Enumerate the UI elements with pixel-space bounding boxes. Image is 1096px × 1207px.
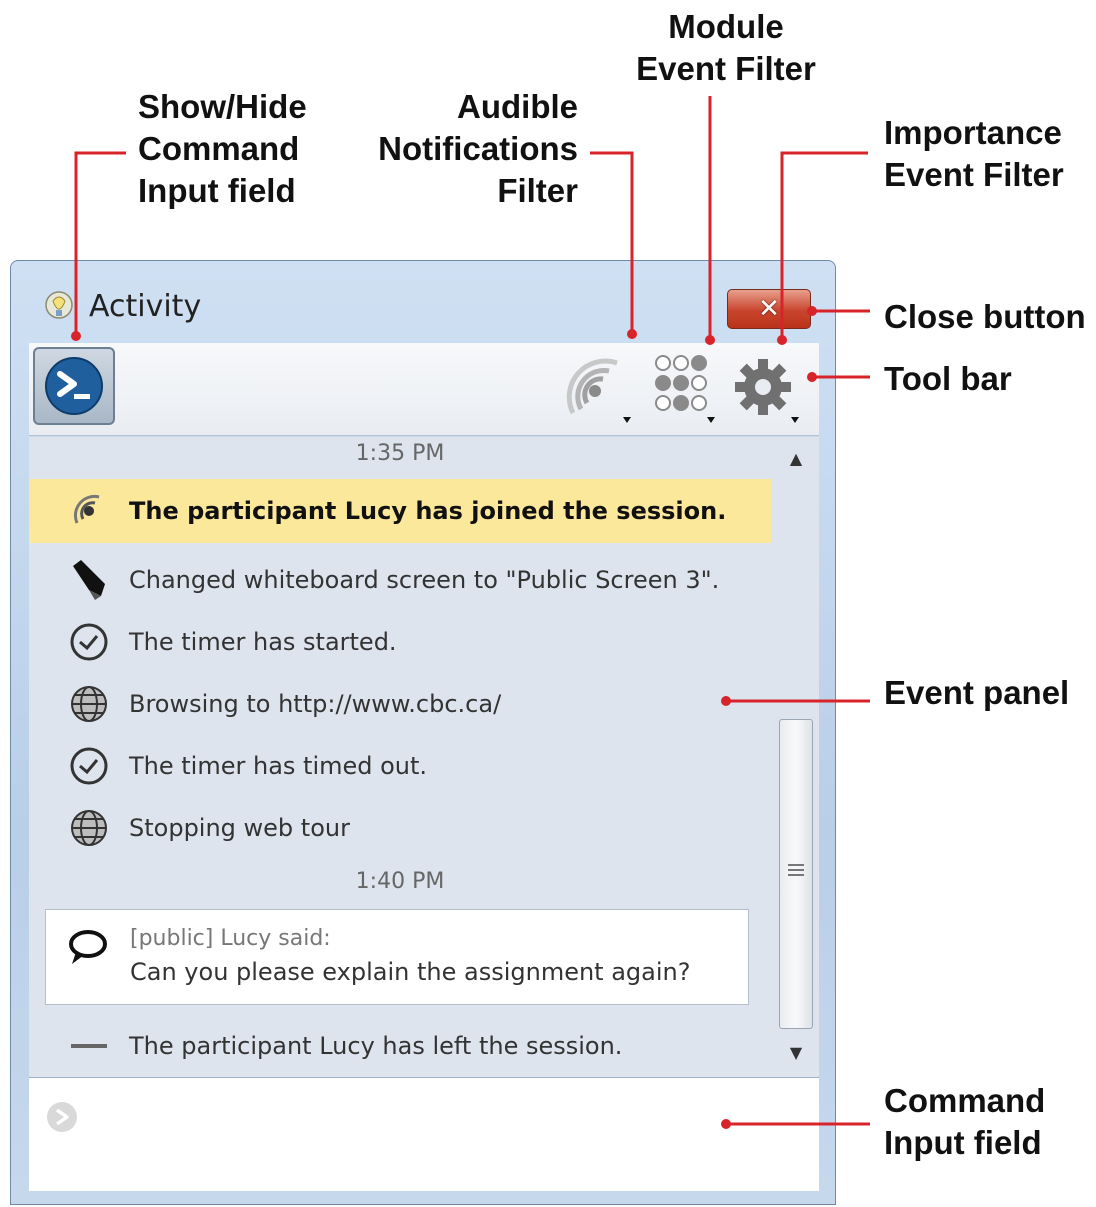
title-bar: Activity ✕ bbox=[11, 261, 835, 341]
chevron-down-icon bbox=[791, 417, 799, 423]
show-hide-command-button[interactable] bbox=[33, 347, 115, 425]
module-filter-icon bbox=[655, 355, 707, 411]
event-text: Changed whiteboard screen to "Public Scr… bbox=[129, 566, 720, 594]
event-text: The timer has started. bbox=[129, 628, 397, 656]
callout-command-input: Command Input field bbox=[884, 1082, 1046, 1161]
tool-bar bbox=[29, 343, 819, 436]
timestamp: 1:35 PM bbox=[355, 441, 445, 466]
event-text: The participant Lucy has joined the sess… bbox=[129, 497, 727, 525]
speech-bubble-icon bbox=[69, 930, 107, 964]
event-text: The timer has timed out. bbox=[129, 752, 428, 780]
callout-show-hide: Show/Hide Command Input field bbox=[138, 88, 307, 209]
timestamp: 1:40 PM bbox=[355, 869, 445, 894]
activity-window: Activity ✕ 1:35 PM The participant Lucy … bbox=[10, 260, 836, 1205]
callout-event-panel: Event panel bbox=[884, 674, 1070, 711]
gear-icon bbox=[735, 359, 791, 415]
chat-message: [public] Lucy said: Can you please expla… bbox=[45, 909, 749, 1005]
scroll-down-icon[interactable]: ▼ bbox=[785, 1043, 807, 1063]
list-item: Changed whiteboard screen to "Public Scr… bbox=[29, 549, 771, 611]
command-prompt-icon bbox=[45, 357, 103, 415]
window-title: Activity bbox=[89, 289, 202, 324]
dash-icon bbox=[71, 1044, 107, 1048]
audio-icon bbox=[73, 494, 100, 524]
callout-tool-bar: Tool bar bbox=[884, 360, 1012, 397]
close-button[interactable]: ✕ bbox=[727, 289, 811, 329]
callout-module: Module Event Filter bbox=[636, 8, 816, 87]
command-input-field[interactable] bbox=[29, 1077, 819, 1191]
list-item: The participant Lucy has joined the sess… bbox=[29, 479, 771, 543]
event-panel: 1:35 PM The participant Lucy has joined … bbox=[29, 437, 819, 1077]
importance-event-filter-button[interactable] bbox=[733, 351, 805, 427]
chevron-down-icon bbox=[707, 417, 715, 423]
scrollbar[interactable]: ▲ ▼ bbox=[773, 437, 819, 1077]
close-icon: ✕ bbox=[758, 294, 780, 324]
list-item: The participant Lucy has left the sessio… bbox=[29, 1015, 771, 1077]
clock-icon bbox=[70, 623, 108, 661]
grip-icon bbox=[788, 864, 804, 879]
bulb-icon bbox=[45, 291, 73, 319]
chat-text: Can you please explain the assignment ag… bbox=[130, 958, 691, 986]
globe-icon bbox=[71, 686, 107, 722]
clock-icon bbox=[70, 747, 108, 785]
list-item: Browsing to http://www.cbc.ca/ bbox=[29, 673, 771, 735]
list-item: Stopping web tour bbox=[29, 797, 771, 859]
marker-icon bbox=[73, 560, 105, 600]
audible-notifications-filter-button[interactable] bbox=[565, 351, 637, 427]
chevron-down-icon bbox=[623, 417, 631, 423]
callout-importance: Importance Event Filter bbox=[884, 114, 1064, 193]
chat-sender: [public] Lucy said: bbox=[130, 926, 331, 951]
callout-close-button: Close button bbox=[884, 298, 1086, 335]
globe-icon bbox=[71, 810, 107, 846]
scroll-thumb[interactable] bbox=[779, 719, 813, 1029]
prompt-arrow-icon bbox=[47, 1102, 77, 1132]
event-text: The participant Lucy has left the sessio… bbox=[129, 1032, 623, 1060]
scroll-up-icon[interactable]: ▲ bbox=[785, 449, 807, 469]
module-event-filter-button[interactable] bbox=[649, 351, 721, 427]
event-text: Stopping web tour bbox=[129, 814, 350, 842]
audio-icon bbox=[566, 358, 618, 415]
callout-audible: Audible Notifications Filter bbox=[378, 88, 578, 209]
list-item: The timer has timed out. bbox=[29, 735, 771, 797]
event-text: Browsing to http://www.cbc.ca/ bbox=[129, 690, 502, 718]
list-item: The timer has started. bbox=[29, 611, 771, 673]
